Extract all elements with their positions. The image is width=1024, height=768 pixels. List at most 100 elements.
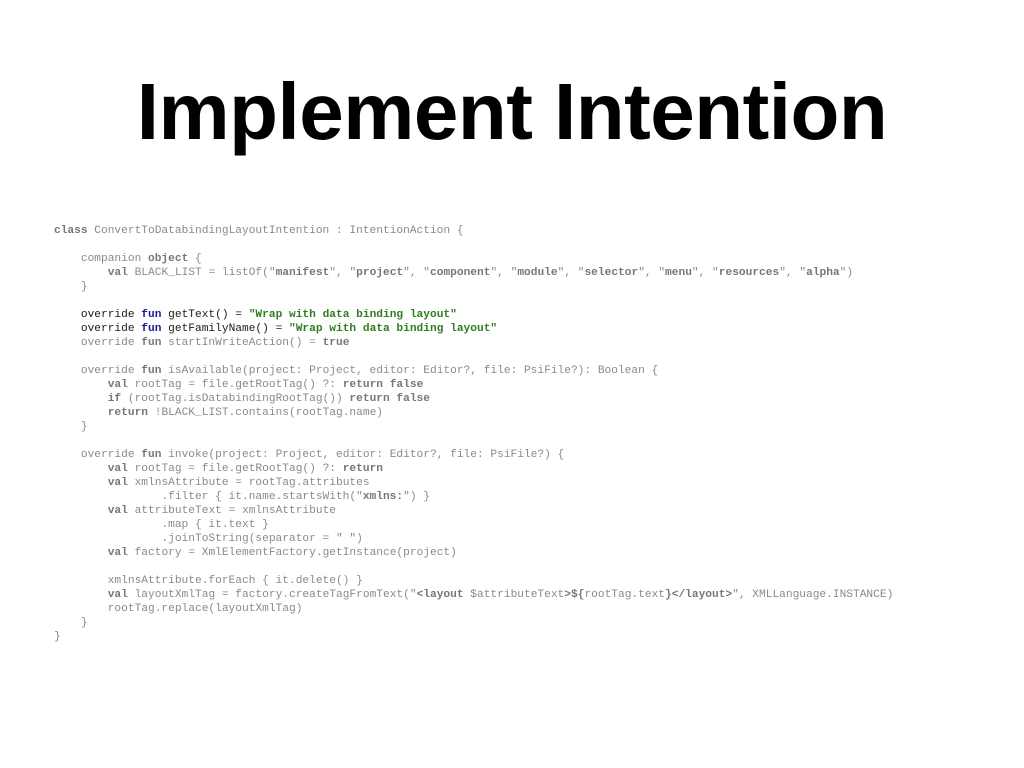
code-token: override xyxy=(54,449,142,461)
code-token: rootTag.text xyxy=(584,589,666,601)
code-token: "Wrap with data binding layout" xyxy=(289,323,498,335)
code-token: class xyxy=(54,225,88,237)
code-token: val xyxy=(107,547,128,559)
code-token: companion xyxy=(54,253,148,265)
code-token: alpha xyxy=(806,267,840,279)
code-token: BLACK_LIST = listOf(" xyxy=(127,267,276,279)
code-token: <layout xyxy=(416,589,471,601)
code-token: ") xyxy=(839,267,854,279)
code-token: menu xyxy=(665,267,692,279)
code-line: } xyxy=(54,280,893,294)
code-token: return false xyxy=(349,393,430,405)
code-token: rootTag = file.getRootTag() ?: xyxy=(127,379,343,391)
code-token: return xyxy=(342,463,384,475)
code-token: val xyxy=(107,505,128,517)
slide-title: Implement Intention xyxy=(136,67,888,156)
code-token: invoke(project: Project, editor: Editor?… xyxy=(161,449,565,461)
code-line: override fun invoke(project: Project, ed… xyxy=(54,448,893,462)
code-token: factory = XmlElementFactory.getInstance(… xyxy=(127,547,457,559)
code-line: override fun isAvailable(project: Projec… xyxy=(54,364,893,378)
code-block: class ConvertToDatabindingLayoutIntentio… xyxy=(54,224,893,644)
code-token: xmlnsAttribute = rootTag.attributes xyxy=(127,477,370,489)
code-line: val rootTag = file.getRootTag() ?: retur… xyxy=(54,378,893,392)
code-token: val xyxy=(107,477,128,489)
code-token: layoutXmlTag = factory.createTagFromText… xyxy=(127,589,417,601)
code-token: module xyxy=(517,267,558,279)
code-token: val xyxy=(107,267,128,279)
code-line: val layoutXmlTag = factory.createTagFrom… xyxy=(54,588,894,602)
code-token: xmlnsAttribute.forEach { it.delete() } xyxy=(54,575,363,587)
code-token: ", XMLLanguage.INSTANCE) xyxy=(732,589,894,601)
code-token: ", " xyxy=(691,267,719,279)
code-token: isAvailable(project: Project, editor: Ed… xyxy=(161,365,659,377)
code-line: override fun getText() = "Wrap with data… xyxy=(54,308,893,322)
code-line: override fun getFamilyName() = "Wrap wit… xyxy=(54,322,893,336)
code-token: } xyxy=(54,617,88,629)
code-token: resources xyxy=(718,267,780,279)
code-token: ", " xyxy=(403,267,431,279)
code-token: "Wrap with data binding layout" xyxy=(248,309,457,321)
code-token: ") } xyxy=(403,491,430,503)
code-token: override xyxy=(54,323,142,335)
code-line: } xyxy=(54,630,893,644)
code-token: val xyxy=(107,463,128,475)
code-token: fun xyxy=(141,365,162,377)
code-token: } xyxy=(54,281,88,293)
code-token: .filter { it.name.startsWith(" xyxy=(54,491,363,503)
code-token: getText() = xyxy=(161,309,249,321)
code-token: ConvertToDatabindingLayoutIntention : In… xyxy=(87,225,464,237)
code-line: val attributeText = xmlnsAttribute xyxy=(54,504,893,518)
code-line: val xmlnsAttribute = rootTag.attributes xyxy=(54,476,893,490)
code-token: rootTag = file.getRootTag() ?: xyxy=(127,463,343,475)
code-token: { xyxy=(188,253,202,265)
code-line: class ConvertToDatabindingLayoutIntentio… xyxy=(54,224,893,238)
code-token: .map { it.text } xyxy=(54,519,269,531)
code-line: return !BLACK_LIST.contains(rootTag.name… xyxy=(54,406,893,420)
code-token: ", " xyxy=(638,267,666,279)
code-line: .map { it.text } xyxy=(54,518,893,532)
code-token: startInWriteAction() = xyxy=(161,337,323,349)
code-line: .joinToString(separator = " ") xyxy=(54,532,893,546)
code-line: val BLACK_LIST = listOf("manifest", "pro… xyxy=(54,266,893,280)
code-line: companion object { xyxy=(54,252,893,266)
code-token: component xyxy=(430,267,491,279)
code-token: } xyxy=(54,631,61,643)
code-line: if (rootTag.isDatabindingRootTag()) retu… xyxy=(54,392,893,406)
code-token: return false xyxy=(342,379,424,391)
code-token: override xyxy=(54,337,142,349)
code-token: getFamilyName() = xyxy=(161,323,289,335)
code-token: true xyxy=(322,337,350,349)
code-line: xmlnsAttribute.forEach { it.delete() } xyxy=(54,574,893,588)
code-token: return xyxy=(107,407,149,419)
code-token: $attributeText xyxy=(470,589,565,601)
code-token: attributeText = xmlnsAttribute xyxy=(127,505,336,517)
code-token: }</layout> xyxy=(665,589,733,601)
code-line: rootTag.replace(layoutXmlTag) xyxy=(54,602,893,616)
code-token: override xyxy=(54,365,142,377)
code-token: fun xyxy=(141,337,162,349)
slide: Implement Intention class ConvertToDatab… xyxy=(0,0,1024,768)
code-token: fun xyxy=(141,323,162,335)
code-token: .joinToString(separator = " ") xyxy=(54,533,363,545)
code-token: project xyxy=(356,267,404,279)
code-line: val rootTag = file.getRootTag() ?: retur… xyxy=(54,462,893,476)
code-line: } xyxy=(54,420,893,434)
code-line: override fun startInWriteAction() = true xyxy=(54,336,893,350)
code-line: } xyxy=(54,616,893,630)
code-token: (rootTag.isDatabindingRootTag()) xyxy=(121,393,350,405)
code-token: >${ xyxy=(564,589,585,601)
code-token: ", " xyxy=(557,267,585,279)
code-token: val xyxy=(107,589,128,601)
